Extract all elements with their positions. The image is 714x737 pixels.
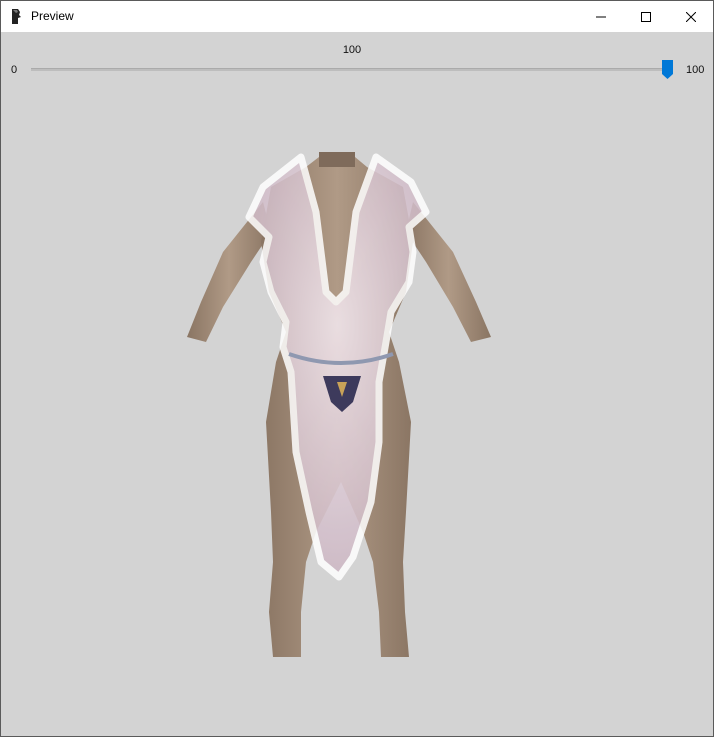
maximize-button[interactable] [623, 1, 669, 32]
slider-max-label: 100 [686, 64, 705, 76]
preview-window: Preview 100 0 100 [0, 0, 714, 737]
maximize-icon [641, 11, 651, 22]
body-model [187, 152, 491, 657]
slider-value-label: 100 [342, 44, 362, 56]
minimize-button[interactable] [578, 1, 624, 32]
3d-preview-viewport[interactable] [1, 92, 713, 736]
slider-min-label: 0 [11, 64, 18, 76]
close-button[interactable] [668, 1, 713, 32]
title-bar[interactable]: Preview [1, 1, 713, 32]
client-area: 100 0 100 [1, 32, 713, 736]
slider-thumb[interactable] [662, 60, 673, 79]
minimize-icon [596, 16, 606, 17]
close-icon [686, 11, 696, 22]
slider-track[interactable] [31, 68, 671, 71]
app-icon [12, 9, 21, 24]
window-title: Preview [31, 9, 74, 23]
